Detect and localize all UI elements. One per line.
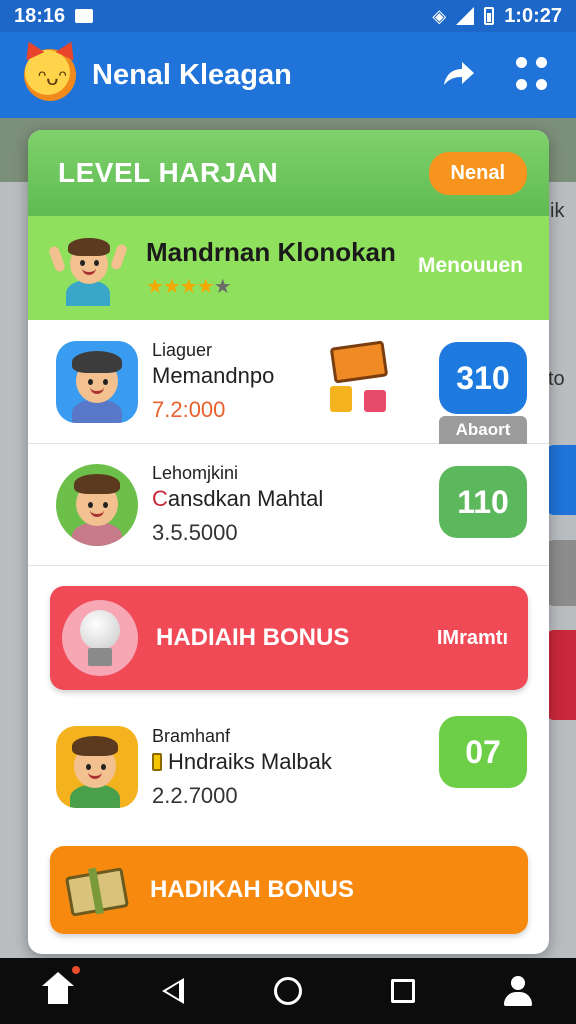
share-icon[interactable] [436, 53, 480, 97]
row-text: Liaguer Memandnpo 7.2:000 [152, 340, 274, 423]
status-bar: 18:16 ◈ 1:0:27 [0, 0, 576, 32]
status-right: ◈ 1:0:27 [432, 5, 562, 28]
row-name-rest: ansdkan Mahtal [167, 486, 324, 511]
score-badge[interactable]: 110 [439, 466, 527, 538]
card-title: LEVEL HARJAN [58, 157, 279, 188]
score-badge[interactable]: 07 [439, 716, 527, 788]
leader-action[interactable]: Menouuen [418, 254, 523, 278]
leaderboard-card: LEVEL HARJAN Nenal Mandrnan Klonokan ★★★… [28, 130, 549, 954]
user-avatar [56, 340, 138, 423]
row-name: Hndraiks Malbak [152, 749, 332, 775]
gift-box-icon [328, 334, 394, 418]
coin-icon [152, 752, 162, 771]
list-item[interactable]: Liaguer Memandnpo 7.2:000 310 Abaort [28, 320, 549, 444]
row-amount: 3.5.5000 [152, 520, 238, 545]
score-badge[interactable]: 310 [439, 342, 527, 414]
list-item[interactable]: Lehomjkini Cansdkan Mahtal 3.5.5000 110 [28, 444, 549, 566]
list-item[interactable]: Bramhanf Hndraiks Malbak 2.2.7000 07 [28, 708, 549, 826]
battery-icon [484, 7, 495, 25]
row-text: Lehomjkini Cansdkan Mahtal 3.5.5000 [152, 463, 323, 546]
row-subtitle: Liaguer [152, 340, 213, 360]
leader-text: Mandrnan Klonokan ★★★★★ [146, 237, 396, 299]
header-button[interactable]: Nenal [428, 151, 527, 195]
background-card-gray [546, 540, 576, 606]
bonus-banner-red[interactable]: HADIAIH BONUS IMramtı [50, 586, 528, 690]
signal-icon [456, 7, 475, 25]
leader-rating: ★★★★★ [146, 274, 396, 299]
row-name-text: Hndraiks Malbak [168, 748, 332, 774]
row-amount: 2.2.7000 [152, 782, 238, 808]
recents-icon[interactable] [379, 967, 427, 1015]
background-card-blue [546, 445, 576, 515]
row-subtitle: Bramhanf [152, 725, 231, 746]
card-header: LEVEL HARJAN Nenal [28, 130, 549, 216]
leader-row[interactable]: Mandrnan Klonokan ★★★★★ Menouuen [28, 216, 549, 320]
app-bar: ᵔᴗᵔ Nenal Kleagan [0, 32, 576, 118]
leader-avatar [47, 232, 129, 306]
bonus-banner-orange[interactable]: HADIKAH BONUS [50, 846, 528, 934]
leader-name: Mandrnan Klonokan [146, 237, 396, 267]
more-dots-icon[interactable] [516, 57, 552, 93]
star-icon: ★★★★ [146, 276, 215, 298]
profile-icon[interactable] [494, 967, 542, 1015]
background-text: ik [550, 200, 565, 222]
app-logo-icon: ᵔᴗᵔ [19, 37, 81, 101]
lightbulb-icon [62, 600, 138, 676]
bonus-action[interactable]: IMramtı [437, 627, 508, 650]
row-name: Memandnpo [152, 363, 275, 388]
background-text: to [548, 368, 565, 390]
app-title: Nenal Kleagan [92, 58, 292, 91]
row-name: Cansdkan Mahtal [152, 486, 323, 512]
notification-icon [75, 9, 94, 23]
user-avatar [56, 726, 138, 808]
wifi-icon: ◈ [432, 5, 447, 26]
home-circle-icon[interactable] [264, 967, 312, 1015]
bonus-label: HADIAIH BONUS [156, 624, 350, 651]
row-tag: Abaort [439, 416, 527, 444]
row-subtitle: Lehomjkini [152, 463, 239, 483]
star-empty-icon: ★ [213, 276, 232, 298]
back-icon[interactable] [149, 967, 197, 1015]
bonus-label: HADIKAH BONUS [150, 876, 354, 903]
home-icon[interactable] [34, 966, 82, 1015]
background-card-red [546, 630, 576, 720]
system-nav-bar [0, 958, 576, 1024]
row-name-first: C [152, 486, 168, 511]
status-time: 18:16 [14, 4, 66, 27]
row-text: Bramhanf Hndraiks Malbak 2.2.7000 [152, 726, 332, 809]
status-clock: 1:0:27 [504, 4, 562, 27]
gift-box-icon [62, 862, 132, 918]
row-amount: 7.2:000 [152, 397, 226, 422]
user-avatar [56, 463, 138, 546]
